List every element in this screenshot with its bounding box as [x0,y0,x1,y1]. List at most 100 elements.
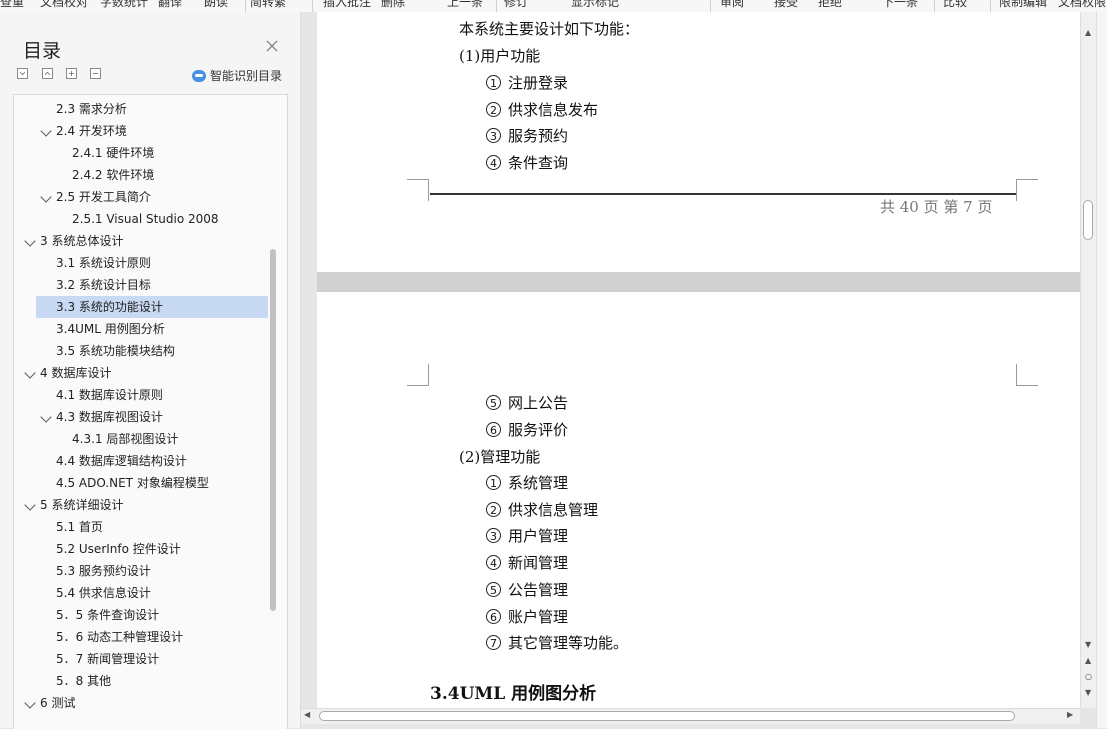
toolbar-separator [245,0,246,12]
toc-item-label: 2.3 需求分析 [56,102,127,116]
vertical-scroll-thumb[interactable] [1083,200,1093,240]
toc-item[interactable]: 3.2 系统设计目标 [14,274,264,296]
toolbar-item[interactable]: 简转繁 [250,0,286,10]
prev-page-icon[interactable]: ▲ [1085,656,1091,665]
minus-icon[interactable] [90,68,101,79]
page-gap [317,272,1080,292]
toc-item-label: 2.4.1 硬件环境 [72,146,155,160]
circled-number: 1 [486,75,501,90]
toc-item[interactable]: 4.4 数据库逻辑结构设计 [14,450,264,472]
chevron-down-icon[interactable] [40,191,52,203]
toolbar-item[interactable]: 删除 [381,0,405,10]
crop-mark [1016,364,1038,386]
scroll-up-icon[interactable]: ▲ [1085,28,1091,37]
toolbar-item[interactable]: 显示标记 [571,0,619,10]
list-item-text: 网上公告 [508,394,569,412]
toc-item-label: 3.3 系统的功能设计 [56,300,163,314]
horizontal-scroll-thumb[interactable] [319,711,1015,721]
vertical-scrollbar[interactable]: ▲ ▼ ▲ ○ ▼ [1080,12,1096,708]
horizontal-scrollbar[interactable]: ◀ ▶ [301,708,1080,724]
toc-item[interactable]: 2.4.1 硬件环境 [14,142,264,164]
circled-number: 3 [486,528,501,544]
crop-mark [1016,179,1038,201]
toc-item[interactable]: 2.5 开发工具简介 [14,186,264,208]
toc-item[interactable]: 3.5 系统功能模块结构 [14,340,264,362]
circled-number: 2 [486,101,501,117]
toc-item[interactable]: 2.3 需求分析 [14,98,264,120]
toolbar-item[interactable]: 上一条 [447,0,483,10]
toc-item[interactable]: 5．7 新闻管理设计 [14,648,264,670]
toc-item[interactable]: 4 数据库设计 [14,362,264,384]
toolbar-item[interactable]: 限制编辑 [999,0,1047,10]
list-item: 1 系统管理 [486,472,568,493]
toolbar-item[interactable]: 修订 [504,0,528,10]
toolbar-item[interactable]: 文档权限 [1058,0,1106,10]
toolbar-item[interactable]: 朗读 [204,0,228,10]
scroll-right-icon[interactable]: ▶ [1067,710,1073,719]
toc-item[interactable]: 4.1 数据库设计原则 [14,384,264,406]
toolbar-separator [990,0,991,12]
toc-item[interactable]: 6 测试 [14,692,264,714]
toc-item[interactable]: 2.4.2 软件环境 [14,164,264,186]
list-item-text: 账户管理 [508,607,569,626]
toc-item-label: 4.3.1 局部视图设计 [72,432,179,446]
toc-item[interactable]: 5．5 条件查询设计 [14,604,264,626]
plus-icon[interactable] [66,68,77,79]
toc-item[interactable]: 4.5 ADO.NET 对象编程模型 [14,472,264,494]
collapse-up-icon[interactable] [42,68,53,79]
toc-scrollbar[interactable] [270,249,276,611]
expand-down-icon[interactable] [17,68,28,79]
toolbar-item[interactable]: 审阅 [720,0,744,10]
toc-item[interactable]: 5．8 其他 [14,670,264,692]
toolbar-separator [934,0,935,12]
toc-item-label: 2.5 开发工具简介 [56,190,151,204]
chevron-down-icon[interactable] [40,125,52,137]
scroll-left-icon[interactable]: ◀ [304,710,310,719]
toolbar-item[interactable]: 比较 [943,0,967,10]
toc-item[interactable]: 5 系统详细设计 [14,494,264,516]
list-item: 1 注册登录 [486,72,568,93]
chevron-down-icon[interactable] [24,499,36,511]
toc-item[interactable]: 3.1 系统设计原则 [14,252,264,274]
toc-item[interactable]: 2.4 开发环境 [14,120,264,142]
smart-recognition-icon [192,70,206,82]
crop-mark [407,364,429,386]
list-item-text: 注册登录 [508,74,569,92]
toolbar-item[interactable]: 下一条 [882,0,918,10]
chevron-down-icon[interactable] [24,235,36,247]
circled-number: 3 [486,128,501,144]
toolbar-item[interactable]: 文档校对 [40,0,88,10]
toc-item-label: 3.4UML 用例图分析 [56,322,165,336]
toolbar-item[interactable]: 查重 [0,0,24,10]
toc-item[interactable]: 3 系统总体设计 [14,230,264,252]
toolbar-item[interactable]: 拒绝 [818,0,842,10]
toolbar-separator [710,0,711,12]
toolbar-item[interactable]: 插入批注 [323,0,371,10]
toc-item[interactable]: 4.3.1 局部视图设计 [14,428,264,450]
list-item: 4 条件查询 [486,152,568,173]
toc-item-label: 5 系统详细设计 [40,498,124,512]
toc-item[interactable]: 4.3 数据库视图设计 [14,406,264,428]
circled-number: 4 [486,555,501,571]
toc-item[interactable]: 5.2 UserInfo 控件设计 [14,538,264,560]
toc-item-label: 5．8 其他 [56,674,112,688]
toc-item[interactable]: 5.3 服务预约设计 [14,560,264,582]
scroll-down-icon[interactable]: ▼ [1085,640,1091,649]
toc-item[interactable]: 3.3 系统的功能设计 [36,296,268,318]
toolbar-item[interactable]: 接受 [774,0,798,10]
chevron-down-icon[interactable] [24,697,36,709]
close-icon[interactable] [265,39,279,53]
smart-toc-button[interactable]: 智能识别目录 [192,67,282,84]
list-item-text: 新闻管理 [508,554,569,573]
toc-item[interactable]: 3.4UML 用例图分析 [14,318,264,340]
next-page-icon[interactable]: ▼ [1085,688,1091,697]
toc-item[interactable]: 5．6 动态工种管理设计 [14,626,264,648]
chevron-down-icon[interactable] [24,367,36,379]
select-browse-icon[interactable]: ○ [1085,672,1092,681]
toolbar-item[interactable]: 字数统计 [100,0,148,10]
toolbar-item[interactable]: 翻译 [158,0,182,10]
toc-item[interactable]: 5.4 供求信息设计 [14,582,264,604]
toc-item[interactable]: 2.5.1 Visual Studio 2008 [14,208,264,230]
toc-item[interactable]: 5.1 首页 [14,516,264,538]
chevron-down-icon[interactable] [40,411,52,423]
